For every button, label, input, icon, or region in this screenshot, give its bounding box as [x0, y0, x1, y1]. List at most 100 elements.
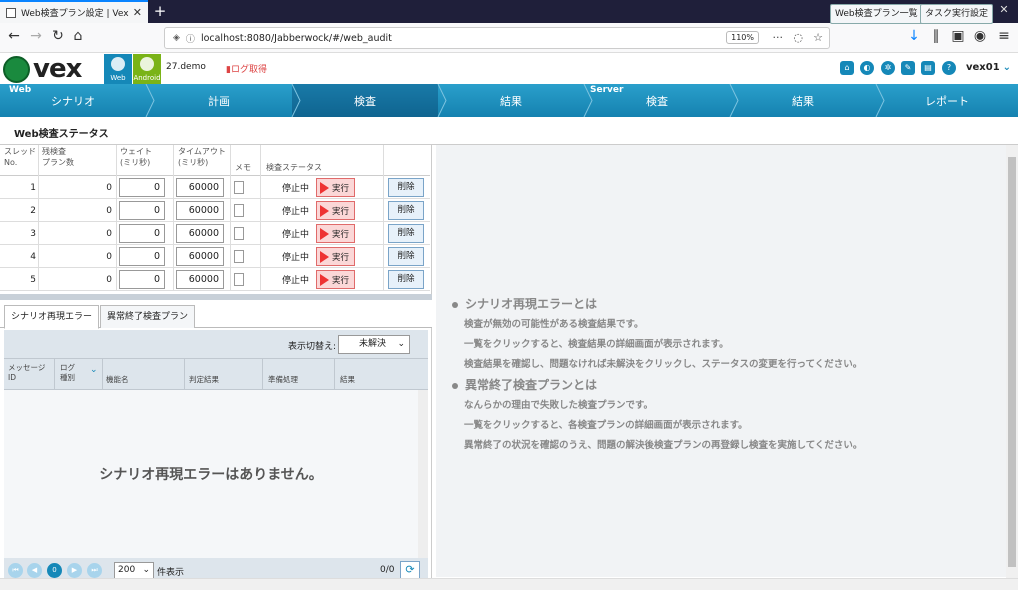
pocket-icon[interactable]: ◌	[793, 31, 803, 44]
th-timeout: タイムアウト (ミリ秒)	[178, 147, 226, 167]
task-settings-button[interactable]: タスク実行設定	[920, 4, 994, 24]
timeout-input[interactable]: 60000	[176, 178, 224, 197]
col-log-type[interactable]: ログ 種別	[60, 363, 75, 383]
next-page-icon[interactable]: ▶	[67, 563, 82, 578]
error-grid-body: シナリオ再現エラーはありません。	[4, 390, 428, 558]
timeout-input[interactable]: 60000	[176, 247, 224, 266]
help-icon[interactable]: ?	[942, 61, 956, 75]
home-icon[interactable]: ⌂	[68, 28, 88, 44]
thread-status: 停止中	[282, 184, 310, 194]
delete-button[interactable]: 削除	[388, 224, 424, 243]
prev-page-icon[interactable]: ◀	[27, 563, 42, 578]
col-msg-id[interactable]: メッセージ ID	[8, 363, 45, 383]
remaining-count: 0	[106, 205, 112, 216]
help-line: 検査が無効の可能性がある検査結果です。	[464, 319, 644, 330]
timeout-input[interactable]: 60000	[176, 270, 224, 289]
home-nav-icon[interactable]: ⌂	[840, 61, 854, 75]
run-label: 実行	[332, 206, 350, 217]
android-platform-button[interactable]: Android	[133, 54, 161, 84]
delete-button[interactable]: 削除	[388, 178, 424, 197]
memo-icon[interactable]	[234, 273, 244, 286]
plan-list-button[interactable]: Web検査プラン一覧	[830, 4, 923, 24]
run-button[interactable]: 実行	[316, 201, 355, 220]
page-size-value: 200	[118, 565, 136, 575]
browser-navbar: ← → ↻ ⌂ ◈ ⓘ localhost:8080/Jabberwock/#/…	[0, 23, 1018, 53]
more-icon[interactable]: ···	[773, 31, 784, 44]
horizontal-scrollbar[interactable]	[0, 578, 1018, 590]
run-button[interactable]: 実行	[316, 178, 355, 197]
user-menu[interactable]: vex01 ⌄	[966, 62, 1011, 73]
filter-row: 表示切替え: 未解決 ⌄	[4, 330, 428, 358]
log-capture-label: ログ取得	[230, 65, 267, 75]
run-button[interactable]: 実行	[316, 247, 355, 266]
forward-icon[interactable]: →	[26, 28, 46, 44]
th-wait: ウェイト (ミリ秒)	[120, 147, 152, 167]
thread-row: 1 0 0 60000 停止中 実行 削除	[0, 176, 430, 199]
sidebar-icon[interactable]: ▣	[948, 28, 968, 44]
browser-tab[interactable]: Web検査プラン設定 | Vex ✕	[0, 0, 148, 23]
back-icon[interactable]: ←	[4, 28, 24, 44]
download-icon[interactable]: ↓	[904, 28, 924, 44]
tab-close-icon[interactable]: ✕	[133, 6, 142, 19]
log-capture-button[interactable]: ▮ログ取得	[226, 62, 267, 75]
vertical-scrollbar[interactable]	[1006, 145, 1018, 578]
th-status: 検査ステータス	[266, 163, 322, 172]
library-icon[interactable]: ∥	[926, 28, 946, 44]
book-icon[interactable]: ▤	[921, 61, 935, 75]
delete-button[interactable]: 削除	[388, 201, 424, 220]
shield-icon: ◈	[173, 33, 180, 43]
scroll-thumb[interactable]	[1008, 157, 1016, 567]
first-page-icon[interactable]: ⏮	[8, 563, 23, 578]
zoom-level[interactable]: 110%	[726, 31, 759, 44]
user-name: vex01	[966, 62, 1000, 73]
tab-title: Web検査プラン設定 | Vex	[21, 9, 129, 19]
delete-button[interactable]: 削除	[388, 247, 424, 266]
vex-logo[interactable]: vex	[3, 54, 101, 84]
info-icon: ⓘ	[185, 34, 195, 45]
wait-input[interactable]: 0	[119, 247, 165, 266]
reload-icon[interactable]: ↻	[48, 28, 68, 44]
account-icon[interactable]: ◉	[970, 28, 990, 44]
refresh-icon[interactable]: ⟳	[400, 561, 420, 579]
timeout-input[interactable]: 60000	[176, 224, 224, 243]
wrench-icon[interactable]: ✎	[901, 61, 915, 75]
logo-text: vex	[33, 54, 82, 84]
col-function[interactable]: 機能名	[106, 375, 129, 385]
memo-icon[interactable]	[234, 227, 244, 240]
col-prep[interactable]: 準備処理	[268, 375, 298, 385]
current-page[interactable]: 0	[47, 563, 62, 578]
wait-input[interactable]: 0	[119, 270, 165, 289]
delete-button[interactable]: 削除	[388, 270, 424, 289]
col-result[interactable]: 結果	[340, 375, 355, 385]
run-button[interactable]: 実行	[316, 270, 355, 289]
status-toolbar: Web検査ステータス	[0, 117, 1018, 145]
settings-gear-icon[interactable]: ✲	[881, 61, 895, 75]
bookmark-star-icon[interactable]: ☆	[813, 31, 823, 44]
web-platform-button[interactable]: Web	[104, 54, 132, 84]
sort-chevron-icon[interactable]: ⌄	[90, 365, 98, 375]
thread-no: 3	[30, 228, 36, 239]
filter-select[interactable]: 未解決 ⌄	[338, 335, 410, 354]
dashboard-icon[interactable]: ◐	[860, 61, 874, 75]
last-page-icon[interactable]: ⏭	[87, 563, 102, 578]
tab-scenario-error[interactable]: シナリオ再現エラー	[4, 305, 100, 329]
wait-input[interactable]: 0	[119, 201, 165, 220]
wait-input[interactable]: 0	[119, 224, 165, 243]
play-icon	[320, 273, 329, 286]
wait-input[interactable]: 0	[119, 178, 165, 197]
help-line: 検査結果を確認し、問題なければ未解決をクリックし、ステータスの変更を行ってくださ…	[464, 359, 863, 370]
window-close-icon[interactable]: ✕	[994, 3, 1014, 16]
url-text: localhost:8080/Jabberwock/#/web_audit	[200, 32, 392, 44]
menu-icon[interactable]: ≡	[994, 28, 1014, 44]
address-bar[interactable]: ◈ ⓘ localhost:8080/Jabberwock/#/web_audi…	[164, 27, 830, 49]
thread-row: 4 0 0 60000 停止中 実行 削除	[0, 245, 430, 268]
memo-icon[interactable]	[234, 250, 244, 263]
page-size-select[interactable]: 200 ⌄	[114, 562, 154, 579]
timeout-input[interactable]: 60000	[176, 201, 224, 220]
new-tab-button[interactable]: +	[152, 2, 168, 20]
memo-icon[interactable]	[234, 204, 244, 217]
tab-abnormal-plan[interactable]: 異常終了検査プラン	[100, 305, 196, 328]
run-button[interactable]: 実行	[316, 224, 355, 243]
memo-icon[interactable]	[234, 181, 244, 194]
col-judgement[interactable]: 判定結果	[189, 375, 219, 385]
